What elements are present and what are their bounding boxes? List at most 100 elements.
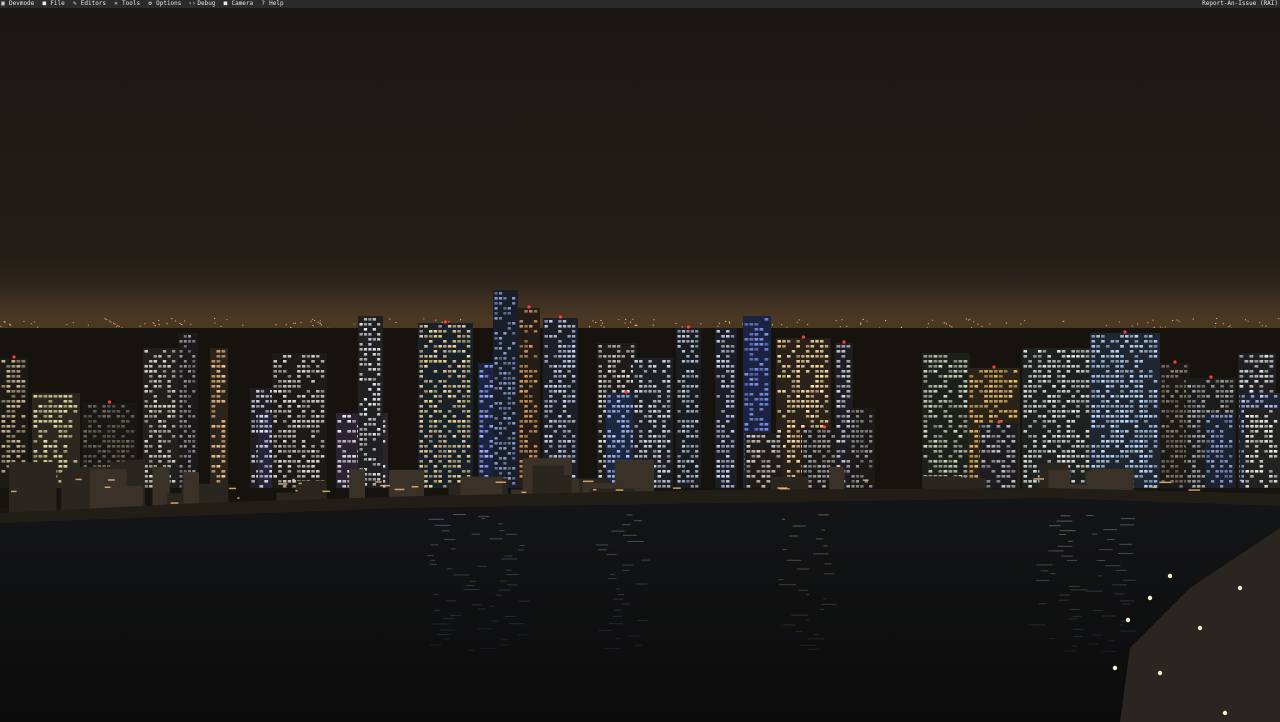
distant-light xyxy=(1176,319,1178,321)
distant-light xyxy=(166,323,168,325)
building-window xyxy=(433,455,438,458)
building-window xyxy=(320,360,325,363)
building-window xyxy=(1,470,6,473)
building-window xyxy=(996,480,1001,483)
building-window xyxy=(1101,450,1105,453)
building-window xyxy=(68,405,73,408)
building-window xyxy=(958,395,963,398)
menu-editors[interactable]: ✎ Editors xyxy=(72,0,106,8)
building-window xyxy=(812,460,817,463)
building-window xyxy=(498,422,503,425)
building-window xyxy=(489,380,494,383)
building-window xyxy=(948,465,953,468)
building-window xyxy=(1066,390,1071,393)
menu-devmode[interactable]: ▣ Devmode xyxy=(0,0,34,8)
building-window xyxy=(273,475,277,478)
building-window xyxy=(498,467,503,470)
distant-light xyxy=(114,323,116,325)
building-window xyxy=(287,410,292,413)
building-window xyxy=(171,360,176,363)
building-window xyxy=(1042,390,1047,393)
building-window xyxy=(311,455,315,458)
building-window xyxy=(761,465,766,468)
building-window xyxy=(943,445,948,448)
building-window xyxy=(368,433,372,436)
building-window xyxy=(1196,480,1201,483)
distant-light xyxy=(118,325,120,327)
building-window xyxy=(192,375,196,378)
distant-light xyxy=(106,319,108,321)
building-window xyxy=(1101,335,1105,338)
menu-camera[interactable]: ■ Camera xyxy=(222,0,254,8)
building-window xyxy=(192,435,196,438)
building-window xyxy=(744,428,749,431)
building-window xyxy=(558,350,562,353)
building-window xyxy=(466,345,471,348)
building-window xyxy=(721,470,725,473)
building-window xyxy=(626,455,630,458)
building-window xyxy=(429,390,433,393)
building-window xyxy=(278,435,282,438)
menu-help[interactable]: ? Help xyxy=(260,0,283,8)
building-window xyxy=(43,430,48,433)
building-window xyxy=(963,385,968,388)
building-window xyxy=(1076,350,1080,353)
building-window xyxy=(562,390,567,393)
distant-light xyxy=(9,323,11,325)
building-window xyxy=(438,395,442,398)
building-window xyxy=(653,440,657,443)
building-window xyxy=(1144,405,1148,408)
building-window xyxy=(648,430,652,433)
building-window xyxy=(746,435,751,438)
building-window xyxy=(433,410,438,413)
building-window xyxy=(791,440,796,443)
building-window xyxy=(1105,385,1110,388)
building-window xyxy=(149,410,153,413)
building-window xyxy=(1269,470,1273,473)
building-window xyxy=(524,440,528,443)
building-window xyxy=(653,405,657,408)
distant-light xyxy=(441,321,443,323)
building-window xyxy=(447,445,452,448)
building-window xyxy=(377,358,381,361)
building-window xyxy=(443,445,447,448)
building-window xyxy=(782,340,786,343)
building-window xyxy=(544,415,548,418)
menu-debug[interactable]: ‹› Debug xyxy=(188,0,215,8)
building-window xyxy=(562,410,567,413)
building-window xyxy=(928,445,933,448)
building-window xyxy=(102,435,106,438)
building-window xyxy=(860,460,864,463)
reflection-streak xyxy=(821,603,837,605)
building-window xyxy=(264,425,269,428)
building-window xyxy=(1120,435,1124,438)
report-an-issue-button[interactable]: Report-An-Issue (RAI) xyxy=(1202,0,1278,8)
building-window xyxy=(419,355,423,358)
menu-file[interactable]: ■ File xyxy=(41,0,64,8)
building-window xyxy=(751,455,756,458)
building-window xyxy=(716,360,720,363)
building-window xyxy=(1076,455,1080,458)
building-window xyxy=(923,395,928,398)
distant-light xyxy=(949,325,951,327)
building-window xyxy=(1244,360,1249,363)
building-window xyxy=(777,430,781,433)
building-window xyxy=(283,400,287,403)
building-window xyxy=(1249,370,1254,373)
3d-viewport[interactable] xyxy=(0,8,1280,722)
menu-tools[interactable]: ✕ Tools xyxy=(113,0,140,8)
building-window xyxy=(352,420,356,423)
building-window xyxy=(494,467,498,470)
building-window xyxy=(438,440,442,443)
building-window xyxy=(764,388,769,391)
building-window xyxy=(1001,485,1006,488)
menu-options[interactable]: ⚙ Options xyxy=(147,0,181,8)
building-window xyxy=(372,463,376,466)
building-window xyxy=(1115,425,1119,428)
building-window xyxy=(466,330,471,333)
building-window xyxy=(503,297,507,300)
building-window xyxy=(617,350,621,353)
building-window xyxy=(443,455,447,458)
building-window xyxy=(419,385,423,388)
building-window xyxy=(695,410,699,413)
